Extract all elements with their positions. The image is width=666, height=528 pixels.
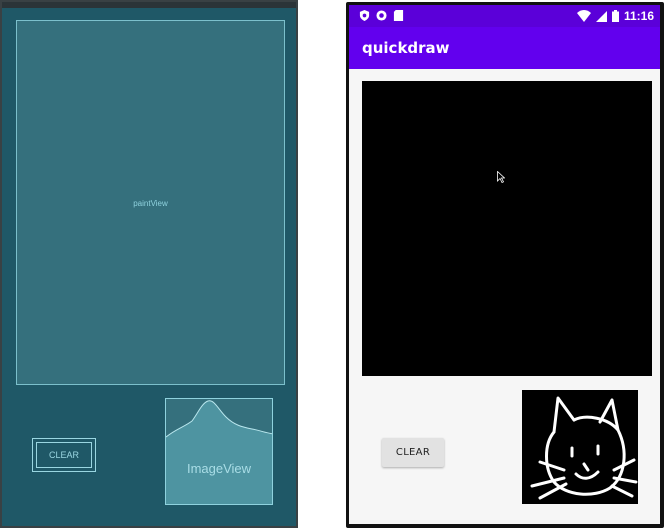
image-placeholder-icon bbox=[166, 400, 272, 504]
status-bar: 11:16 bbox=[349, 5, 660, 27]
app-bar: quickdraw bbox=[349, 27, 660, 69]
device-preview: 11:16 quickdraw CLEAR bbox=[346, 0, 666, 528]
blueprint-clear-button[interactable]: CLEAR bbox=[32, 438, 96, 472]
sd-card-icon bbox=[393, 10, 404, 21]
wifi-icon bbox=[576, 10, 591, 22]
signal-icon bbox=[595, 10, 607, 22]
main-content: CLEAR bbox=[349, 69, 660, 524]
cat-drawing-image bbox=[530, 396, 638, 500]
shield-icon bbox=[359, 10, 370, 21]
blueprint-top-bar bbox=[2, 2, 296, 8]
battery-icon bbox=[611, 10, 619, 22]
app-title: quickdraw bbox=[362, 39, 450, 57]
paint-canvas[interactable] bbox=[362, 81, 652, 376]
blueprint-clear-label: CLEAR bbox=[36, 442, 92, 468]
result-image-view bbox=[522, 390, 638, 504]
blueprint-image-view-label: ImageView bbox=[186, 461, 252, 476]
layout-blueprint-panel: paintView CLEAR ImageView bbox=[0, 0, 298, 528]
record-icon bbox=[376, 10, 387, 21]
navigation-bar bbox=[349, 524, 660, 528]
mouse-cursor-icon bbox=[497, 171, 505, 183]
status-time: 11:16 bbox=[623, 9, 654, 23]
blueprint-paint-view-label: paintView bbox=[133, 199, 168, 208]
phone-frame: 11:16 quickdraw CLEAR bbox=[346, 2, 664, 528]
blueprint-paint-view[interactable]: paintView bbox=[16, 20, 285, 385]
blueprint-image-view[interactable]: ImageView bbox=[165, 398, 273, 505]
clear-button[interactable]: CLEAR bbox=[382, 438, 444, 467]
